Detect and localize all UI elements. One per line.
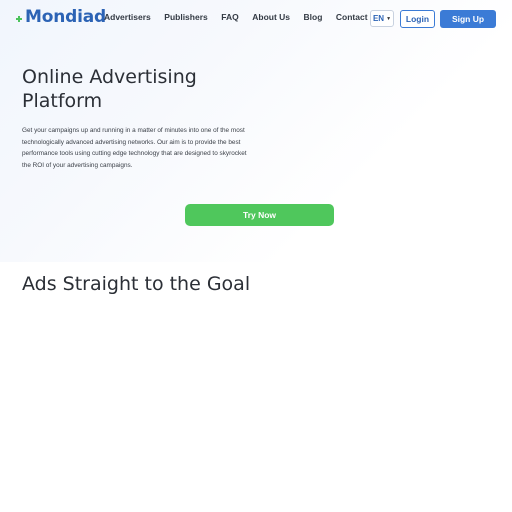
hero-description: Get your campaigns up and running in a m…: [22, 127, 247, 170]
nav-item-about-us[interactable]: About Us: [252, 12, 290, 22]
chevron-down-icon: ▼: [386, 15, 392, 22]
logo[interactable]: Mondiad: [16, 6, 106, 28]
hero-title: Online Advertising Platform: [22, 66, 197, 112]
language-select[interactable]: EN ▼: [370, 10, 394, 27]
nav-item-blog[interactable]: Blog: [304, 12, 323, 22]
language-value: EN: [372, 14, 385, 23]
nav-item-contact[interactable]: Contact: [336, 12, 368, 22]
logo-plus-icon: [16, 12, 24, 26]
nav-item-publishers[interactable]: Publishers: [164, 12, 207, 22]
try-now-button[interactable]: Try Now: [185, 204, 334, 226]
section-title: Ads Straight to the Goal: [22, 273, 251, 295]
nav-item-advertisers[interactable]: Advertisers: [104, 12, 151, 22]
site-header: Mondiad Advertisers Publishers FAQ About…: [0, 0, 512, 38]
main-nav: Advertisers Publishers FAQ About Us Blog…: [104, 12, 381, 22]
login-button[interactable]: Login: [400, 10, 435, 28]
signup-button[interactable]: Sign Up: [440, 10, 496, 28]
nav-item-faq[interactable]: FAQ: [221, 12, 238, 22]
logo-text: Mondiad: [25, 7, 106, 27]
